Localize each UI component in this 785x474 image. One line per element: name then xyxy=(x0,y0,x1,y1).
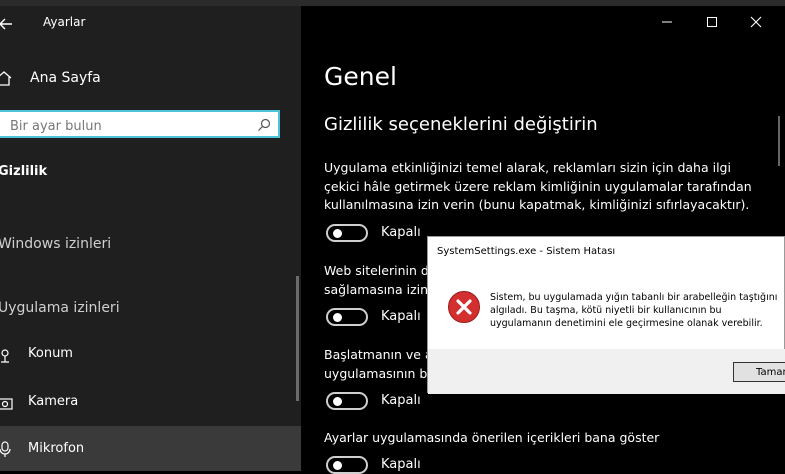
home-icon[interactable] xyxy=(0,68,14,88)
sidebar-item-label: Mikrofon xyxy=(28,441,85,456)
page-subtitle: Gizlilik seçeneklerini değiştirin xyxy=(324,114,598,135)
setting-description-ad-id: Uygulama etkinliğinizi temel alarak, rek… xyxy=(324,160,752,212)
sidebar-item-microphone[interactable]: Mikrofon xyxy=(0,426,301,471)
minimize-icon[interactable] xyxy=(657,14,677,30)
toggle-state-label: Kapalı xyxy=(381,309,421,324)
toggle-state-label: Kapalı xyxy=(381,225,421,240)
error-icon xyxy=(447,290,481,324)
dialog-footer: Tamam xyxy=(428,349,785,394)
app-permissions-header: Uygulama izinleri xyxy=(0,300,120,316)
sidebar-item-home[interactable]: Ana Sayfa xyxy=(30,70,101,86)
start-tracking-toggle[interactable] xyxy=(326,392,368,410)
section-title: Gizlilik xyxy=(0,164,48,179)
app-title: Ayarlar xyxy=(43,15,86,29)
sidebar-scrollbar[interactable] xyxy=(296,276,299,401)
microphone-icon xyxy=(0,440,14,458)
suggested-content-toggle[interactable] xyxy=(326,456,368,474)
ad-id-toggle[interactable] xyxy=(326,224,368,242)
location-icon xyxy=(0,346,14,364)
sidebar-item-label: Konum xyxy=(28,346,73,361)
windows-permissions-header: Windows izinleri xyxy=(0,236,112,252)
maximize-icon[interactable] xyxy=(702,14,722,30)
sidebar-item-location[interactable]: Konum xyxy=(0,335,301,375)
page-title: Genel xyxy=(324,62,397,91)
main-scrollbar[interactable] xyxy=(778,116,780,166)
error-dialog: SystemSettings.exe - Sistem Hatası Siste… xyxy=(427,236,785,394)
toggle-state-label: Kapalı xyxy=(381,457,421,472)
sidebar: Ayarlar Ana Sayfa Gizlilik Windows izinl… xyxy=(0,6,301,471)
sidebar-item-label: Kamera xyxy=(28,394,79,409)
search-box[interactable] xyxy=(0,110,280,138)
setting-description-suggested-content: Ayarlar uygulamasında önerilen içerikler… xyxy=(324,430,660,445)
back-arrow-icon[interactable] xyxy=(0,14,16,34)
sidebar-item-camera[interactable]: Kamera xyxy=(0,383,301,423)
search-icon[interactable] xyxy=(256,117,272,133)
search-input[interactable] xyxy=(8,116,252,136)
dialog-message: Sistem, bu uygulamada yığın tabanlı bir … xyxy=(490,292,778,329)
dialog-title: SystemSettings.exe - Sistem Hatası xyxy=(437,246,616,257)
close-icon[interactable] xyxy=(746,14,766,30)
toggle-state-label: Kapalı xyxy=(381,393,421,408)
camera-icon xyxy=(0,394,14,412)
ok-button[interactable]: Tamam xyxy=(733,362,785,382)
websites-toggle[interactable] xyxy=(326,308,368,326)
